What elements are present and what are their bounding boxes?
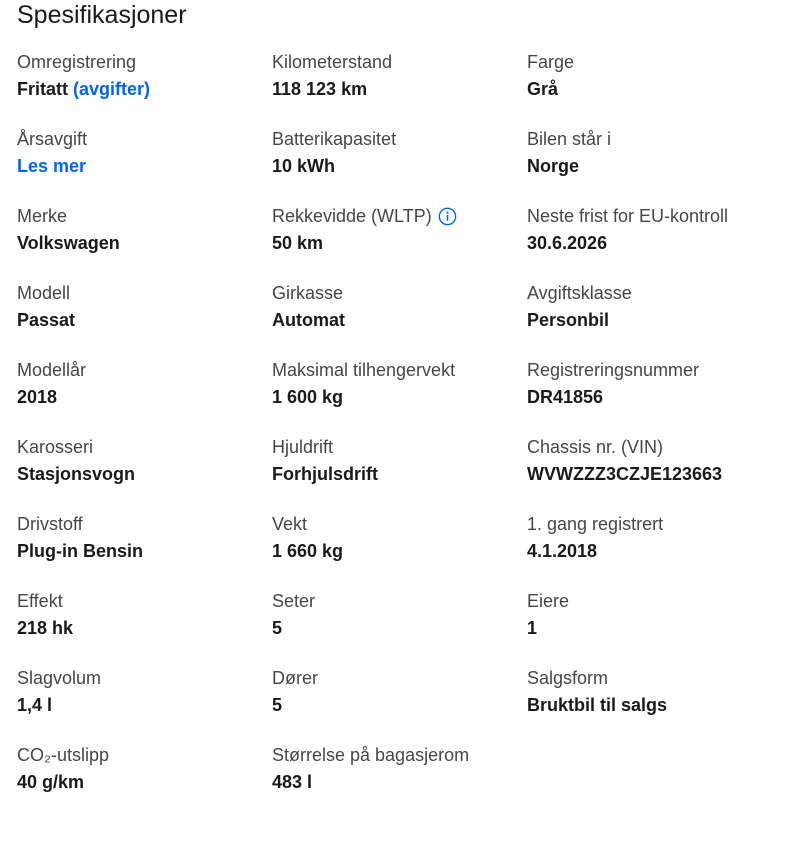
spec-kilometerstand: Kilometerstand 118 123 km bbox=[272, 51, 527, 128]
spec-label: Dører bbox=[272, 668, 318, 688]
spec-karosseri: Karosseri Stasjonsvogn bbox=[17, 436, 272, 513]
spec-eiere: Eiere 1 bbox=[527, 590, 777, 667]
spec-value: 483 l bbox=[272, 772, 313, 792]
spec-slagvolum: Slagvolum 1,4 l bbox=[17, 667, 272, 744]
fees-link[interactable]: (avgifter) bbox=[73, 79, 150, 99]
spec-label: Seter bbox=[272, 591, 316, 611]
spec-value: 50 km bbox=[272, 233, 324, 253]
spec-value: Volkswagen bbox=[17, 233, 120, 253]
spec-dorer: Dører 5 bbox=[272, 667, 527, 744]
spec-avgiftsklasse: Avgiftsklasse Personbil bbox=[527, 282, 777, 359]
spec-value: Passat bbox=[17, 310, 76, 330]
spec-value: Grå bbox=[527, 79, 559, 99]
spec-label: Modellår bbox=[17, 360, 87, 380]
spec-label: Neste frist for EU-kontroll bbox=[527, 206, 729, 226]
spec-value: Personbil bbox=[527, 310, 610, 330]
spec-label: Slagvolum bbox=[17, 668, 102, 688]
spec-label: Kilometerstand bbox=[272, 52, 393, 72]
spec-salgsform: Salgsform Bruktbil til salgs bbox=[527, 667, 777, 744]
spec-seter: Seter 5 bbox=[272, 590, 527, 667]
spec-value: Norge bbox=[527, 156, 580, 176]
spec-farge: Farge Grå bbox=[527, 51, 777, 128]
spec-value: 1 660 kg bbox=[272, 541, 344, 561]
spec-label: Registreringsnummer bbox=[527, 360, 700, 380]
spec-value: WVWZZZ3CZJE123663 bbox=[527, 464, 723, 484]
spec-rekkevidde: Rekkevidde (WLTP) 50 km bbox=[272, 205, 527, 282]
spec-label: Størrelse på bagasjerom bbox=[272, 745, 470, 765]
spec-modell: Modell Passat bbox=[17, 282, 272, 359]
spec-label: Merke bbox=[17, 206, 68, 226]
spec-label: Bilen står i bbox=[527, 129, 612, 149]
spec-omregistrering: Omregistrering Fritatt (avgifter) bbox=[17, 51, 272, 128]
spec-chassis: Chassis nr. (VIN) WVWZZZ3CZJE123663 bbox=[527, 436, 777, 513]
spec-value: Fritatt (avgifter) bbox=[17, 78, 272, 100]
spec-forste-registrert: 1. gang registrert 4.1.2018 bbox=[527, 513, 777, 590]
spec-label: Chassis nr. (VIN) bbox=[527, 437, 664, 457]
spec-value-text: Fritatt bbox=[17, 79, 68, 99]
spec-value: Stasjonsvogn bbox=[17, 464, 136, 484]
spec-label: Avgiftsklasse bbox=[527, 283, 632, 303]
spec-grid: Omregistrering Fritatt (avgifter) Kilome… bbox=[17, 51, 777, 821]
spec-value: 1,4 l bbox=[17, 695, 53, 715]
spec-label: 1. gang registrert bbox=[527, 514, 664, 534]
spec-label: CO₂-utslipp bbox=[17, 745, 110, 765]
spec-label: Årsavgift bbox=[17, 129, 88, 149]
spec-modellar: Modellår 2018 bbox=[17, 359, 272, 436]
spec-arsavgift: Årsavgift Les mer bbox=[17, 128, 272, 205]
spec-label: Maksimal tilhengervekt bbox=[272, 360, 456, 380]
info-icon[interactable] bbox=[438, 207, 457, 226]
spec-bilen-star-i: Bilen står i Norge bbox=[527, 128, 777, 205]
spec-hjuldrift: Hjuldrift Forhjulsdrift bbox=[272, 436, 527, 513]
spec-label: Karosseri bbox=[17, 437, 94, 457]
spec-value: 218 hk bbox=[17, 618, 74, 638]
specifications-panel: Spesifikasjoner Omregistrering Fritatt (… bbox=[0, 0, 791, 845]
spec-value: 1 bbox=[527, 618, 538, 638]
spec-label: Girkasse bbox=[272, 283, 344, 303]
spec-value: 4.1.2018 bbox=[527, 541, 598, 561]
spec-value: 10 kWh bbox=[272, 156, 336, 176]
spec-value: Bruktbil til salgs bbox=[527, 695, 668, 715]
spec-label: Effekt bbox=[17, 591, 63, 611]
spec-girkasse: Girkasse Automat bbox=[272, 282, 527, 359]
spec-eu-kontroll: Neste frist for EU-kontroll 30.6.2026 bbox=[527, 205, 777, 282]
spec-value: 1 600 kg bbox=[272, 387, 344, 407]
read-more-link[interactable]: Les mer bbox=[17, 155, 272, 177]
spec-label: Modell bbox=[17, 283, 71, 303]
spec-value: 2018 bbox=[17, 387, 58, 407]
spec-batterikapasitet: Batterikapasitet 10 kWh bbox=[272, 128, 527, 205]
spec-label: Omregistrering bbox=[17, 52, 137, 72]
spec-label: Hjuldrift bbox=[272, 437, 334, 457]
spec-label-row: Rekkevidde (WLTP) bbox=[272, 205, 527, 227]
spec-label: Farge bbox=[527, 52, 575, 72]
spec-tilhengervekt: Maksimal tilhengervekt 1 600 kg bbox=[272, 359, 527, 436]
spec-registreringsnummer: Registreringsnummer DR41856 bbox=[527, 359, 777, 436]
spec-label: Rekkevidde (WLTP) bbox=[272, 206, 432, 226]
section-title: Spesifikasjoner bbox=[17, 1, 187, 29]
spec-value: 5 bbox=[272, 618, 283, 638]
spec-effekt: Effekt 218 hk bbox=[17, 590, 272, 667]
spec-value: Plug-in Bensin bbox=[17, 541, 143, 561]
spec-value: Automat bbox=[272, 310, 345, 330]
spec-value: 30.6.2026 bbox=[527, 233, 608, 253]
spec-label: Salgsform bbox=[527, 668, 609, 688]
spec-bagasjerom: Størrelse på bagasjerom 483 l bbox=[272, 744, 527, 821]
spec-label: Vekt bbox=[272, 514, 308, 534]
spec-label: Drivstoff bbox=[17, 514, 83, 534]
spec-value: DR41856 bbox=[527, 387, 604, 407]
spec-value: 40 g/km bbox=[17, 772, 85, 792]
spec-drivstoff: Drivstoff Plug-in Bensin bbox=[17, 513, 272, 590]
spec-merke: Merke Volkswagen bbox=[17, 205, 272, 282]
spec-value: 118 123 km bbox=[272, 79, 368, 99]
spec-label: Eiere bbox=[527, 591, 570, 611]
spec-co2-utslipp: CO₂-utslipp 40 g/km bbox=[17, 744, 272, 821]
spec-value: 5 bbox=[272, 695, 283, 715]
spec-value: Forhjulsdrift bbox=[272, 464, 378, 484]
spec-label: Batterikapasitet bbox=[272, 129, 397, 149]
spec-vekt: Vekt 1 660 kg bbox=[272, 513, 527, 590]
